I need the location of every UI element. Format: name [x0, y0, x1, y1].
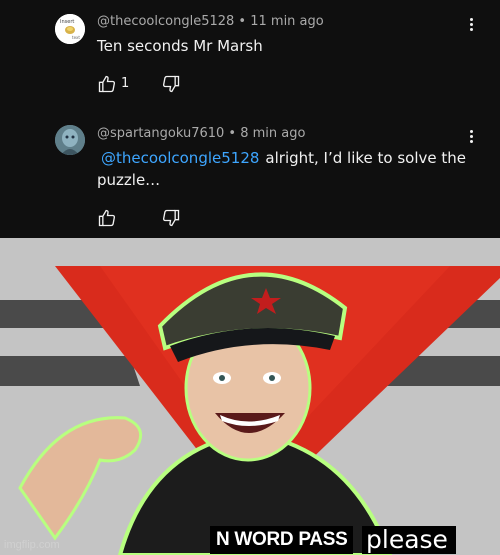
timestamp[interactable]: 11 min ago [250, 14, 324, 29]
comment-thread: Insert text @thecoolcongle5128 • 11 min … [0, 0, 500, 238]
kebab-menu-icon[interactable] [466, 16, 476, 36]
svg-text:Insert: Insert [60, 19, 74, 25]
thumbs-up-icon[interactable] [97, 208, 117, 228]
avatar[interactable]: Insert text [55, 14, 85, 44]
meme-illustration [0, 238, 500, 555]
comment-header: @spartangoku7610 • 8 min ago [97, 126, 305, 141]
timestamp[interactable]: 8 min ago [240, 126, 305, 141]
comment-text: Ten seconds Mr Marsh [97, 37, 263, 55]
thumbs-down-icon[interactable] [161, 208, 181, 228]
watermark: imgflip.com [4, 539, 60, 551]
comment-text: @thecoolcongle5128 alright, I’d like to s… [97, 147, 467, 191]
mention-link[interactable]: @thecoolcongle5128 [101, 149, 259, 167]
user-avatar-icon [55, 125, 85, 155]
comment-header: @thecoolcongle5128 • 11 min ago [97, 14, 324, 29]
avatar[interactable] [55, 125, 85, 155]
thumbs-up-icon[interactable] [97, 74, 117, 94]
separator: • [224, 126, 241, 141]
like-count: 1 [121, 76, 130, 91]
meme-image [0, 238, 500, 555]
banner-stripe [0, 356, 140, 386]
caption-please: please [362, 526, 456, 554]
kebab-menu-icon[interactable] [466, 128, 476, 148]
author-handle[interactable]: @thecoolcongle5128 [97, 14, 234, 29]
author-handle[interactable]: @spartangoku7610 [97, 126, 224, 141]
caption-main: N WORD PASS [210, 526, 354, 554]
thumbs-down-icon[interactable] [161, 74, 181, 94]
svg-text:text: text [72, 35, 80, 40]
separator: • [234, 14, 251, 29]
sticker-avatar-icon: Insert text [55, 14, 85, 44]
